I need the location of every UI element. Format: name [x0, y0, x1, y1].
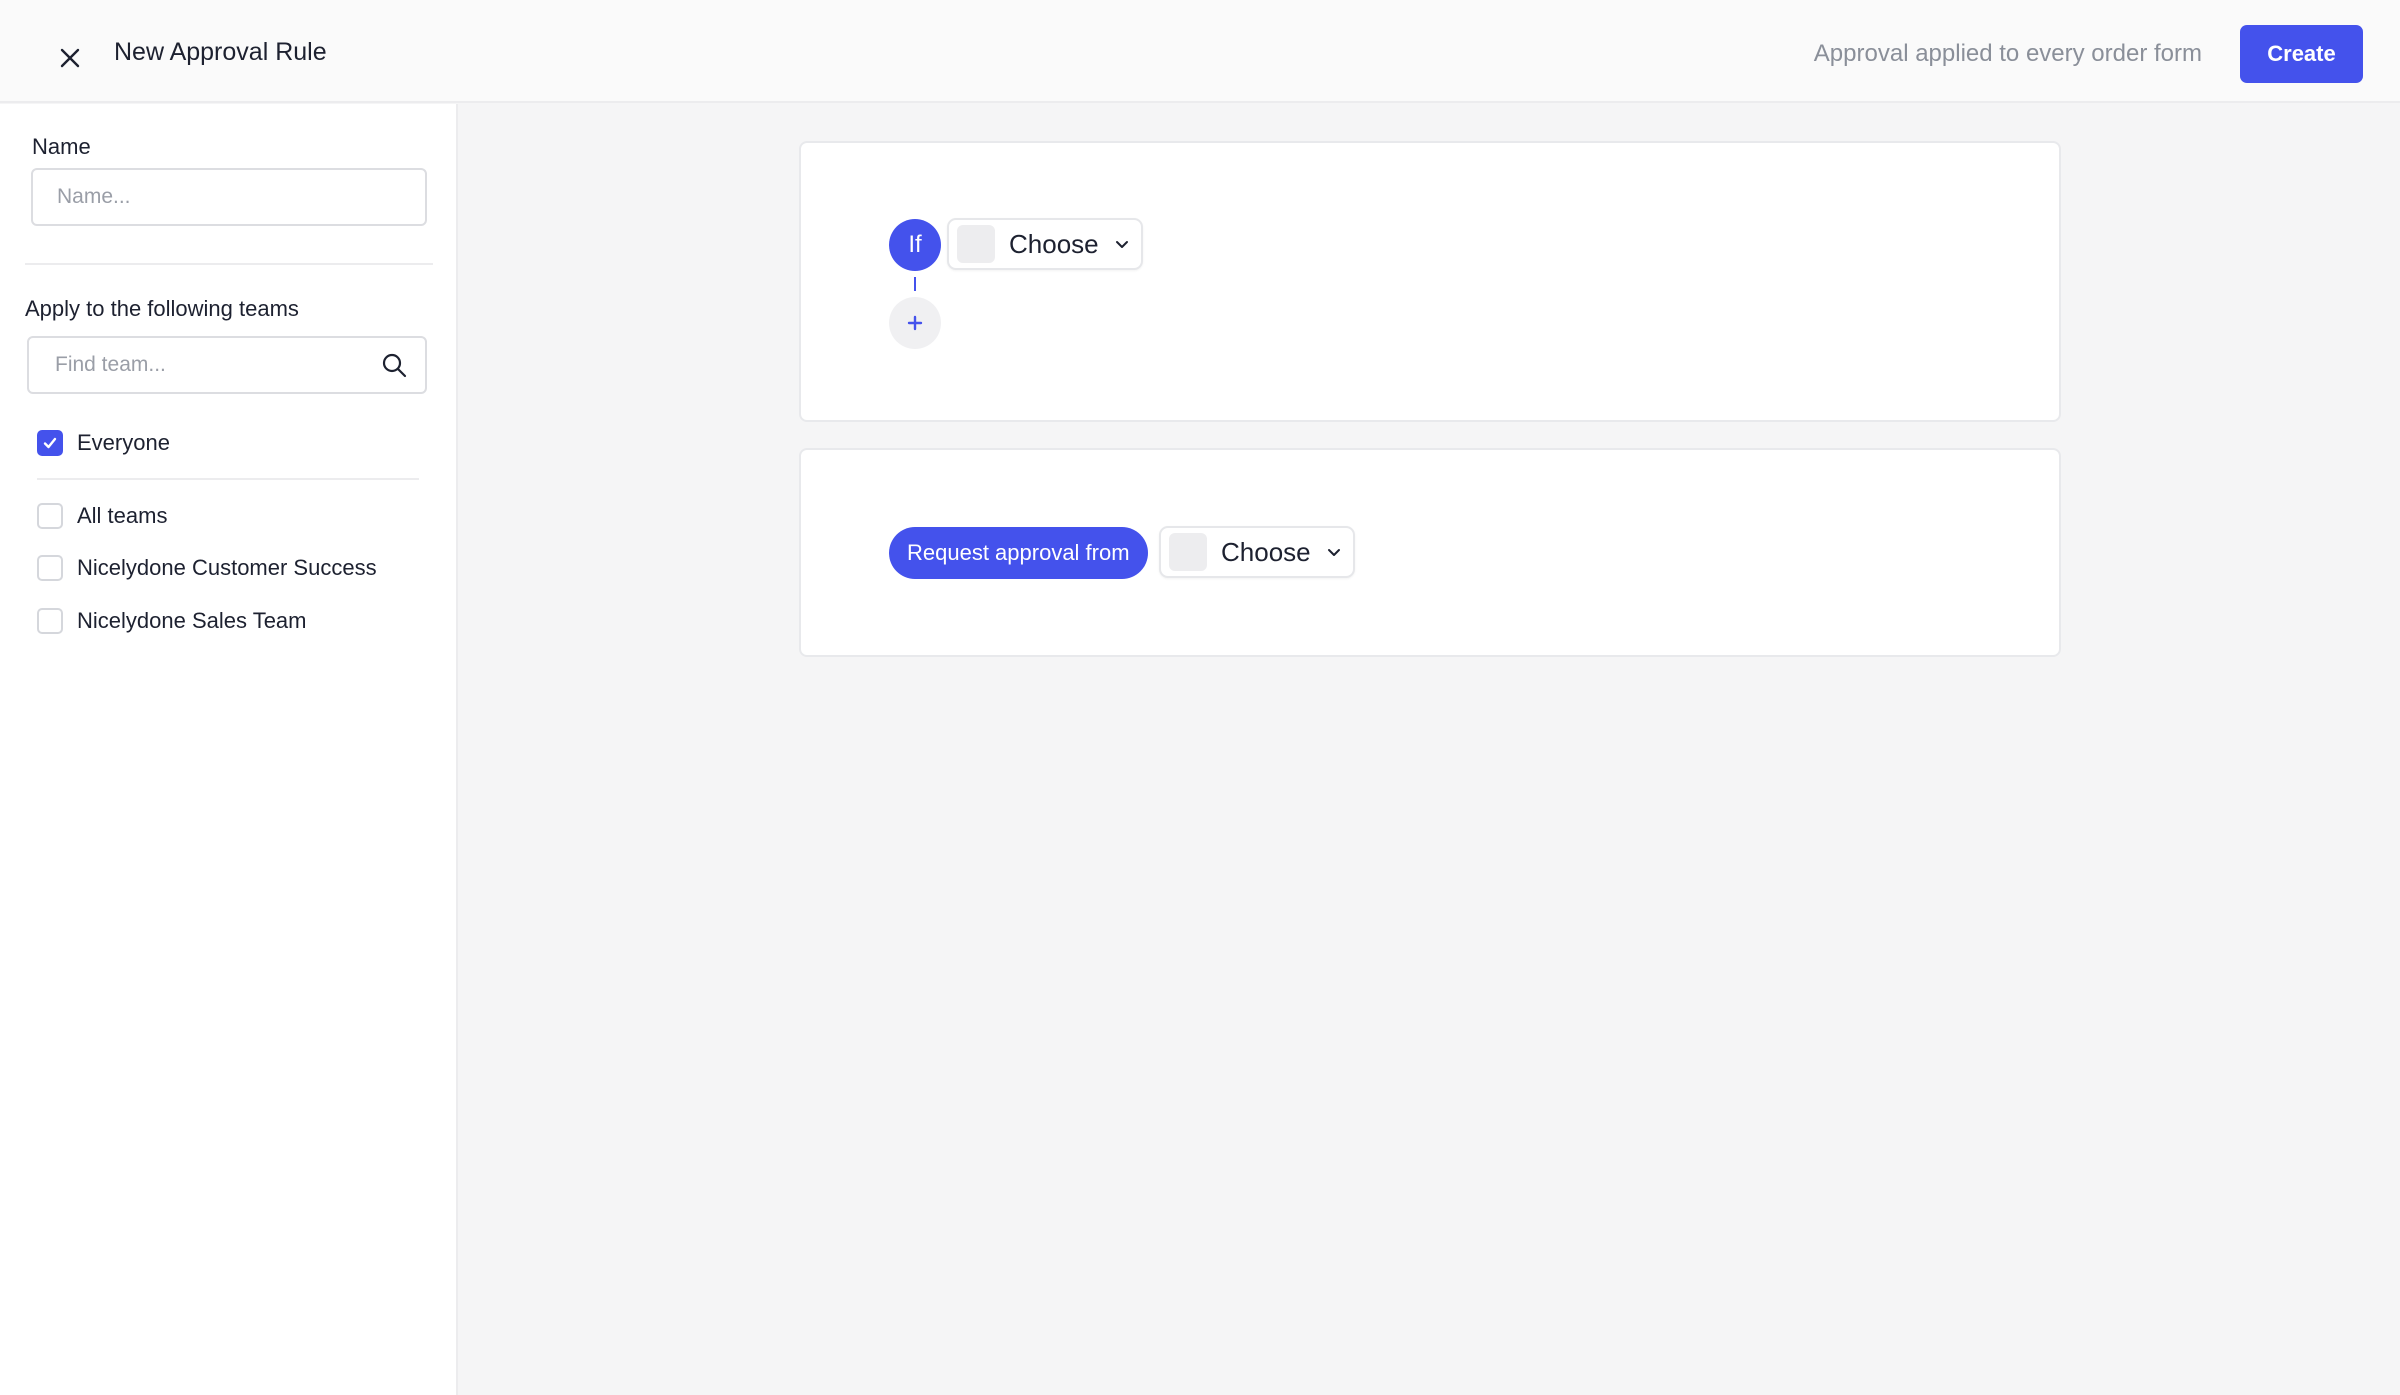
team-option-customer-success[interactable]: Nicelydone Customer Success — [37, 553, 377, 583]
approver-choose-select[interactable]: Choose — [1159, 526, 1355, 578]
approval-card: Request approval from Choose — [799, 448, 2061, 657]
create-button[interactable]: Create — [2240, 25, 2363, 83]
team-option-label: All teams — [77, 503, 168, 528]
options-divider — [37, 478, 419, 480]
team-option-all-teams[interactable]: All teams — [37, 501, 167, 531]
close-button[interactable] — [52, 40, 88, 76]
team-option-label: Nicelydone Sales Team — [77, 608, 307, 633]
close-icon — [60, 48, 80, 68]
page-title: New Approval Rule — [114, 38, 327, 66]
chevron-down-icon — [1327, 549, 1340, 556]
chevron-down-icon — [1115, 241, 1128, 248]
checkbox[interactable] — [37, 608, 63, 634]
checkbox[interactable] — [37, 503, 63, 529]
approval-scope-note: Approval applied to every order form — [1813, 40, 2202, 67]
choose-swatch — [957, 225, 995, 263]
request-approval-badge: Request approval from — [889, 527, 1148, 579]
section-divider — [25, 263, 433, 265]
team-option-sales-team[interactable]: Nicelydone Sales Team — [37, 606, 307, 636]
choose-swatch — [1169, 533, 1207, 571]
checkbox[interactable] — [37, 555, 63, 581]
plus-icon — [907, 315, 923, 331]
condition-connector — [914, 277, 916, 291]
settings-sidebar: Name Apply to the following teams Everyo… — [0, 104, 458, 1395]
choose-label: Choose — [1009, 228, 1099, 259]
if-badge: If — [889, 219, 941, 271]
team-search — [27, 336, 427, 394]
teams-label: Apply to the following teams — [25, 296, 299, 321]
search-icon[interactable] — [381, 352, 407, 378]
team-option-label: Everyone — [77, 430, 170, 455]
team-option-label: Nicelydone Customer Success — [77, 555, 377, 580]
add-condition-button[interactable] — [889, 297, 941, 349]
choose-label: Choose — [1221, 536, 1311, 567]
top-bar: New Approval Rule Approval applied to ev… — [0, 0, 2400, 103]
team-option-everyone[interactable]: Everyone — [37, 428, 170, 458]
check-icon — [43, 437, 57, 449]
condition-choose-select[interactable]: Choose — [947, 218, 1143, 270]
name-input[interactable] — [31, 168, 427, 226]
team-search-input[interactable] — [29, 338, 369, 392]
checkbox-checked[interactable] — [37, 430, 63, 456]
condition-card: If Choose — [799, 141, 2061, 422]
name-label: Name — [32, 134, 91, 159]
